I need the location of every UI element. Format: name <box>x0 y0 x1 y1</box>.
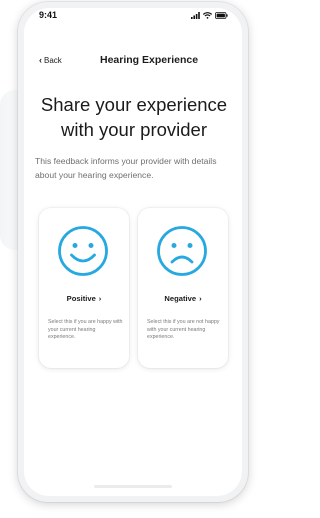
negative-label-text: Negative <box>164 294 197 303</box>
status-bar: 9:41 <box>24 8 242 32</box>
negative-card[interactable]: Negative › Select this if you are not hap… <box>138 208 228 368</box>
phone-screen: 9:41 ‹ Back Hearing Experience Share you… <box>24 8 242 496</box>
headline-line-2: with your provider <box>60 119 207 140</box>
sad-face-icon <box>157 226 207 276</box>
stage: 9:41 ‹ Back Hearing Experience Share you… <box>0 0 264 518</box>
happy-face-icon <box>58 226 108 276</box>
status-time: 9:41 <box>39 10 58 20</box>
subtext: This feedback informs your provider with… <box>35 156 217 180</box>
battery-icon <box>215 12 228 19</box>
positive-label: Positive › <box>39 294 129 303</box>
signal-icon <box>191 12 200 19</box>
negative-label: Negative › <box>138 294 228 303</box>
home-indicator <box>94 485 172 488</box>
status-icons <box>191 12 228 19</box>
back-button[interactable]: ‹ Back <box>39 55 62 66</box>
negative-description: Select this if you are not happy with yo… <box>147 319 220 341</box>
positive-description: Select this if you are happy with your c… <box>48 319 123 341</box>
headline: Share your experience with your provider <box>36 92 232 142</box>
back-label: Back <box>44 56 62 65</box>
page-title: Hearing Experience <box>100 54 199 66</box>
chevron-right-icon: › <box>98 294 102 303</box>
chevron-left-icon: ‹ <box>39 55 42 65</box>
chevron-right-icon: › <box>199 294 202 303</box>
positive-label-text: Positive <box>66 294 96 303</box>
positive-card[interactable]: Positive › Select this if you are happy w… <box>39 208 129 368</box>
headline-line-1: Share your experience <box>40 94 228 115</box>
nav-bar: ‹ Back Hearing Experience <box>24 54 242 78</box>
phone-frame: 9:41 ‹ Back Hearing Experience Share you… <box>18 2 248 502</box>
wifi-icon <box>203 12 212 19</box>
